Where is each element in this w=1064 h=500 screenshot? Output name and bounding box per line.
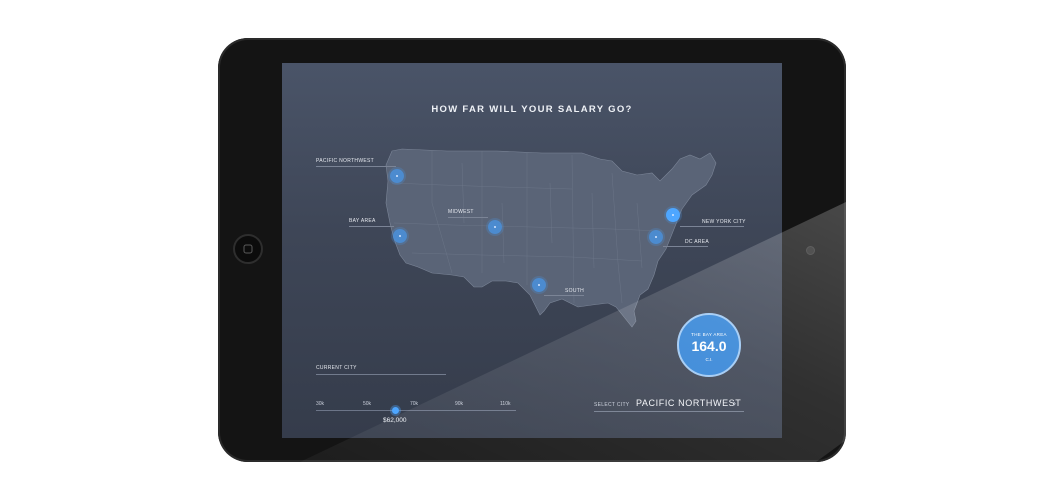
badge-unit: C.I. <box>705 357 713 362</box>
region-leader-line <box>663 246 708 247</box>
cost-index-badge[interactable]: THE BAY AREA 164.0 C.I. <box>677 313 741 377</box>
select-city-label: SELECT CITY <box>594 402 630 408</box>
salary-slider-thumb[interactable] <box>392 407 399 414</box>
badge-value: 164.0 <box>691 338 727 354</box>
salary-slider-track[interactable] <box>316 410 516 411</box>
region-pin-new-york-city[interactable] <box>666 208 680 222</box>
chevron-right-icon[interactable]: › <box>733 398 736 408</box>
region-leader-line <box>349 226 394 227</box>
region-leader-line <box>680 226 744 227</box>
region-pin-south[interactable] <box>532 278 546 292</box>
region-label-new-york-city[interactable]: NEW YORK CITY <box>702 219 746 225</box>
home-button-icon[interactable] <box>233 234 263 264</box>
slider-tick: 50k <box>363 401 372 407</box>
region-label-pacific-northwest[interactable]: PACIFIC NORTHWEST <box>316 158 374 164</box>
front-camera-icon <box>806 246 815 255</box>
badge-region-label: THE BAY AREA <box>691 332 727 337</box>
region-pin-bay-area[interactable] <box>393 229 407 243</box>
region-leader-line <box>544 295 584 296</box>
region-label-dc-area[interactable]: DC AREA <box>685 239 709 245</box>
region-leader-line <box>316 166 396 167</box>
region-label-south[interactable]: SOUTH <box>565 288 584 294</box>
region-pin-midwest[interactable] <box>488 220 502 234</box>
select-city-value[interactable]: PACIFIC NORTHWEST <box>636 398 741 408</box>
us-map-shape <box>385 148 717 328</box>
slider-tick: 30k <box>316 401 325 407</box>
us-map <box>385 148 717 328</box>
region-leader-line <box>448 217 488 218</box>
region-label-midwest[interactable]: MIDWEST <box>448 209 474 215</box>
slider-tick: 90k <box>455 401 464 407</box>
region-pin-dc-area[interactable] <box>649 230 663 244</box>
slider-tick: 70k <box>410 401 419 407</box>
current-city-field[interactable] <box>316 374 446 375</box>
slider-tick: 110k <box>500 401 511 407</box>
region-label-bay-area[interactable]: BAY AREA <box>349 218 376 224</box>
select-city-dropdown[interactable] <box>594 411 744 412</box>
app-screen: HOW FAR WILL YOUR SALARY GO? PACIFIC NOR… <box>282 63 782 438</box>
page-title: HOW FAR WILL YOUR SALARY GO? <box>431 104 633 115</box>
region-pin-pacific-northwest[interactable] <box>390 169 404 183</box>
current-city-label: CURRENT CITY <box>316 365 357 371</box>
salary-value: $62,000 <box>383 417 407 424</box>
